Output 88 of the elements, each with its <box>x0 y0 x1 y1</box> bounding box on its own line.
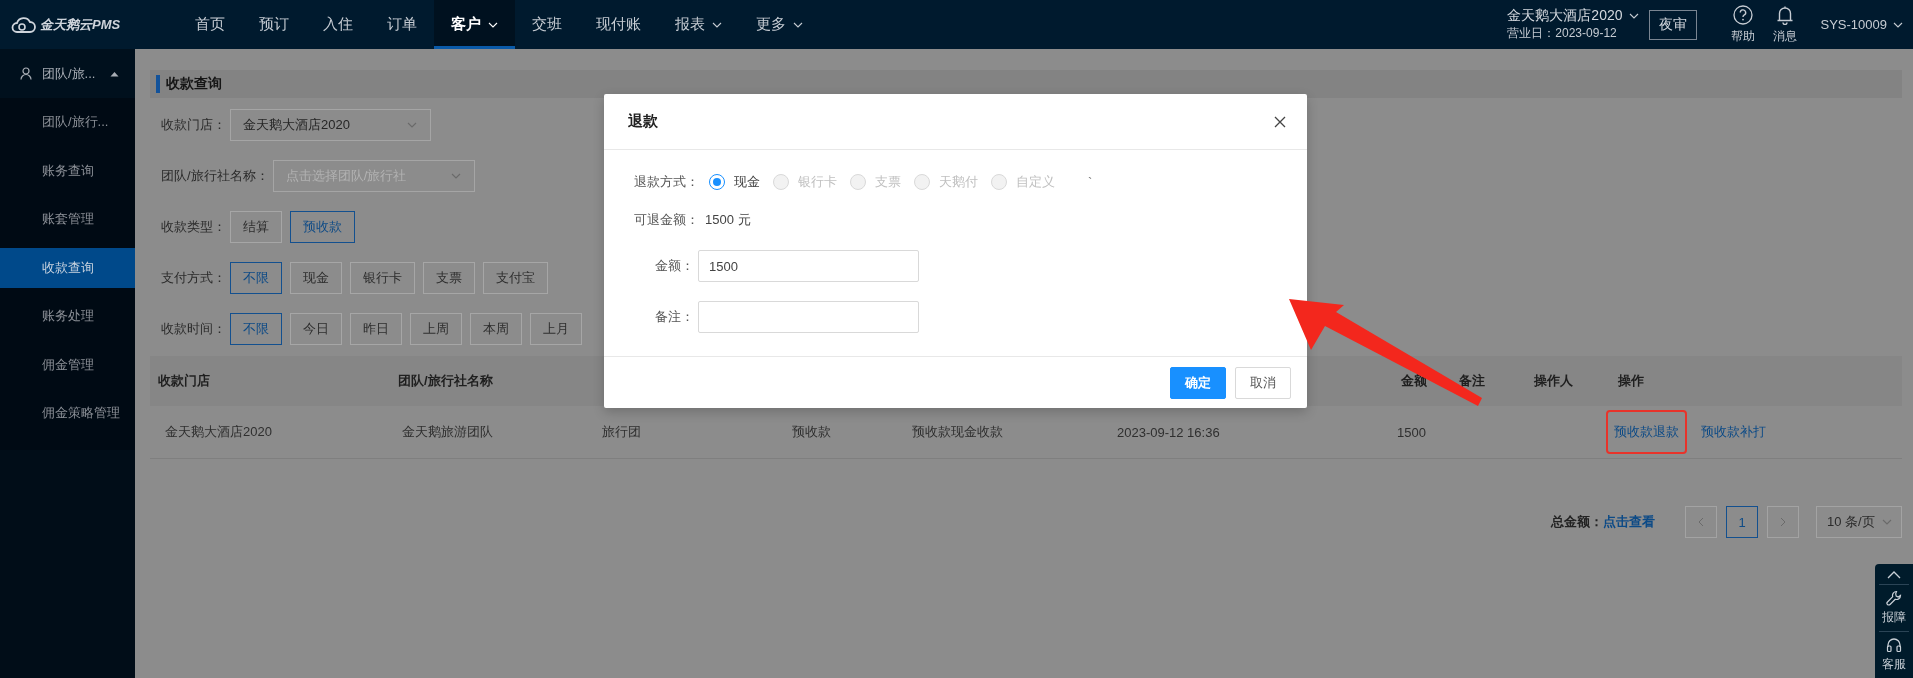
filter-label: 支付方式： <box>161 269 226 287</box>
nav-tab[interactable]: 现付账 <box>579 0 658 49</box>
filter-label: 团队/旅行社名称： <box>161 167 269 185</box>
table-cell-text: 预收款 <box>791 423 832 441</box>
table-cell-text: 旅行团 <box>601 423 642 441</box>
night-audit-button[interactable]: 夜审 <box>1648 9 1697 40</box>
user-menu[interactable]: SYS-10009 <box>1820 0 1913 49</box>
stray-mark: ` <box>1088 174 1093 190</box>
field-label: 备注： <box>654 308 694 326</box>
chevron-up-icon <box>1887 571 1901 579</box>
sidebar-item[interactable]: 账务处理 <box>0 296 135 336</box>
column-header: 操作人 <box>1533 372 1574 390</box>
filter-option[interactable]: 结算 <box>230 211 282 243</box>
nav-tab[interactable]: 交班 <box>515 0 579 49</box>
chevron-down-icon <box>1628 13 1639 19</box>
filter-option[interactable]: 支票 <box>423 262 475 294</box>
nav-tab[interactable]: 更多 <box>739 0 820 49</box>
user-icon <box>20 67 32 80</box>
filter-option[interactable]: 昨日 <box>350 313 402 345</box>
table-cell-text: 金天鹅大酒店2020 <box>164 423 273 441</box>
bell-icon <box>1775 4 1794 25</box>
table-cell-text: 1500 <box>1396 424 1427 440</box>
filter-option[interactable]: 上月 <box>530 313 582 345</box>
chevron-down-icon <box>406 122 418 128</box>
filter-option[interactable]: 支付宝 <box>483 262 548 294</box>
refundable-amount: 1500 元 <box>705 211 751 229</box>
filter-option[interactable]: 上周 <box>410 313 462 345</box>
column-header: 收款门店 <box>157 372 211 390</box>
next-page-button[interactable] <box>1767 506 1799 538</box>
prev-page-button[interactable] <box>1685 506 1717 538</box>
cancel-button[interactable]: 取消 <box>1235 366 1291 399</box>
nav-tab[interactable]: 首页 <box>178 0 242 49</box>
table-cell-text: 金天鹅旅游团队 <box>401 423 494 441</box>
chevron-left-icon <box>1698 517 1704 527</box>
logo-text: 金天鹅云PMS <box>40 15 121 34</box>
sidebar-item[interactable]: 团队/旅行... <box>0 102 135 142</box>
title-accent <box>156 75 160 93</box>
sidebar-item[interactable]: 账务查询 <box>0 150 135 191</box>
sidebar-item[interactable]: 佣金管理 <box>0 344 135 385</box>
filter-label: 收款时间： <box>161 320 226 338</box>
input-field[interactable]: 1500 <box>698 250 919 282</box>
chevron-down-icon <box>1881 519 1893 525</box>
filter-label: 收款门店： <box>161 116 226 134</box>
dialog-title: 退款 <box>628 112 658 131</box>
table-cell-text: 2023-09-12 16:36 <box>1116 424 1221 440</box>
cloud-logo-icon <box>10 16 36 33</box>
table-cell-text: 预收款现金收款 <box>911 423 1004 441</box>
sidebar-item[interactable]: 佣金策略管理 <box>0 393 135 433</box>
close-icon <box>1274 115 1286 128</box>
nav-tab[interactable]: 订单 <box>370 0 434 49</box>
field-label: 可退金额： <box>634 211 699 229</box>
column-header: 团队/旅行社名称 <box>397 372 494 390</box>
nav-tab[interactable]: 客户 <box>434 0 515 49</box>
radio-option[interactable]: 现金 <box>709 173 760 191</box>
column-header: 操作 <box>1617 372 1645 390</box>
sidebar-item[interactable]: 收款查询 <box>0 247 135 288</box>
business-date: 营业日：2023-09-12 <box>1507 25 1618 42</box>
help-icon <box>1732 4 1753 25</box>
report-button[interactable]: 报障 <box>1879 585 1909 632</box>
wrench-icon <box>1886 590 1902 606</box>
chevron-down-icon <box>1893 21 1903 28</box>
nav-tab[interactable]: 报表 <box>658 0 739 49</box>
total-label: 总金额： <box>1551 513 1603 531</box>
field-label: 退款方式： <box>634 173 699 191</box>
help-button[interactable]: 帮助 <box>1730 0 1755 49</box>
column-header: 备注 <box>1458 372 1486 390</box>
messages-button[interactable]: 消息 <box>1772 0 1797 49</box>
select-field[interactable]: 金天鹅大酒店2020 <box>230 109 431 141</box>
chevron-right-icon <box>1780 517 1786 527</box>
page-size-select[interactable]: 10 条/页 <box>1816 506 1902 538</box>
filter-option[interactable]: 银行卡 <box>350 262 415 294</box>
sidebar-item[interactable]: 账套管理 <box>0 199 135 239</box>
filter-option[interactable]: 现金 <box>290 262 342 294</box>
radio-circle[interactable] <box>709 174 725 190</box>
hotel-selector[interactable]: 金天鹅大酒店2020 <box>1507 7 1639 25</box>
support-button[interactable]: 客服 <box>1879 632 1909 678</box>
input-field[interactable] <box>698 301 919 333</box>
section-title: 收款查询 <box>166 75 222 93</box>
nav-tab[interactable]: 预订 <box>242 0 306 49</box>
filter-label: 收款类型： <box>161 218 226 236</box>
close-button[interactable] <box>1274 115 1286 128</box>
filter-option[interactable]: 今日 <box>290 313 342 345</box>
menu-group[interactable]: 团队/旅... <box>0 49 135 98</box>
chevron-down-icon <box>449 173 462 179</box>
filter-option[interactable]: 本周 <box>470 313 522 345</box>
field-label: 金额： <box>654 257 694 275</box>
nav-tab[interactable]: 入住 <box>306 0 370 49</box>
headset-icon <box>1886 637 1902 653</box>
